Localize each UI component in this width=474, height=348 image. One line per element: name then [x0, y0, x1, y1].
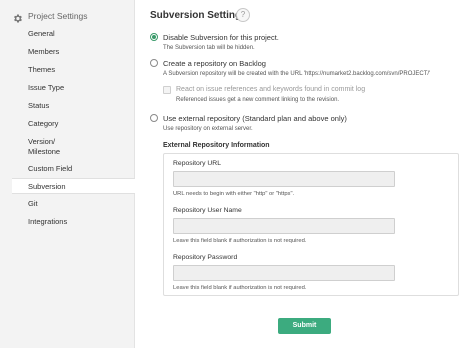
- disable-subversion-label[interactable]: Disable Subversion for this project.: [163, 33, 279, 42]
- sidebar-header: Project Settings: [12, 8, 88, 24]
- sidebar-item-general[interactable]: General: [12, 29, 135, 39]
- create-repository-radio[interactable]: [150, 59, 158, 67]
- repository-url-help: URL needs to begin with either "http" or…: [173, 191, 295, 197]
- repository-username-label: Repository User Name: [173, 207, 242, 214]
- external-repository-radio[interactable]: [150, 114, 158, 122]
- sidebar-item-milestone[interactable]: Milestone: [12, 147, 135, 157]
- sidebar-item-status[interactable]: Status: [12, 101, 135, 111]
- sidebar-title: Project Settings: [28, 11, 88, 21]
- external-repository-label[interactable]: Use external repository (Standard plan a…: [163, 114, 347, 123]
- create-repository-help: A Subversion repository will be created …: [163, 71, 431, 77]
- sidebar-item-members[interactable]: Members: [12, 47, 135, 57]
- repository-url-input[interactable]: [173, 171, 395, 187]
- sidebar-item-integrations[interactable]: Integrations: [12, 217, 135, 227]
- submit-button[interactable]: Submit: [278, 318, 331, 334]
- repository-password-help: Leave this field blank if authorization …: [173, 285, 307, 291]
- repository-username-help: Leave this field blank if authorization …: [173, 238, 307, 244]
- main-content: Subversion Settings ? Disable Subversion…: [150, 0, 474, 348]
- repository-password-label: Repository Password: [173, 254, 238, 261]
- gear-icon: [12, 11, 23, 23]
- external-repository-panel: Repository URL URL needs to begin with e…: [163, 153, 459, 296]
- page-title: Subversion Settings: [150, 10, 247, 21]
- react-commit-log-label[interactable]: React on issue references and keywords f…: [176, 86, 365, 93]
- sidebar-item-version[interactable]: Version/: [12, 137, 135, 147]
- react-commit-log-checkbox[interactable]: [163, 86, 171, 94]
- external-repository-help: Use repository on external server.: [163, 126, 253, 132]
- sidebar-item-category[interactable]: Category: [12, 119, 135, 129]
- repository-username-input[interactable]: [173, 218, 395, 234]
- repository-password-input[interactable]: [173, 265, 395, 281]
- help-icon[interactable]: ?: [236, 8, 250, 22]
- repository-url-label: Repository URL: [173, 160, 221, 167]
- sidebar-item-themes[interactable]: Themes: [12, 65, 135, 75]
- create-repository-label[interactable]: Create a repository on Backlog: [163, 59, 266, 68]
- sidebar-item-subversion[interactable]: Subversion: [12, 178, 135, 194]
- sidebar-item-issue-type[interactable]: Issue Type: [12, 83, 135, 93]
- sidebar-item-git[interactable]: Git: [12, 199, 135, 209]
- sidebar-item-custom-field[interactable]: Custom Field: [12, 164, 135, 174]
- external-section-title: External Repository Information: [163, 142, 270, 149]
- sidebar: Project Settings General Members Themes …: [0, 0, 135, 348]
- disable-subversion-radio[interactable]: [150, 33, 158, 41]
- disable-subversion-help: The Subversion tab will be hidden.: [163, 45, 255, 51]
- react-commit-log-help: Referenced issues get a new comment link…: [176, 97, 340, 103]
